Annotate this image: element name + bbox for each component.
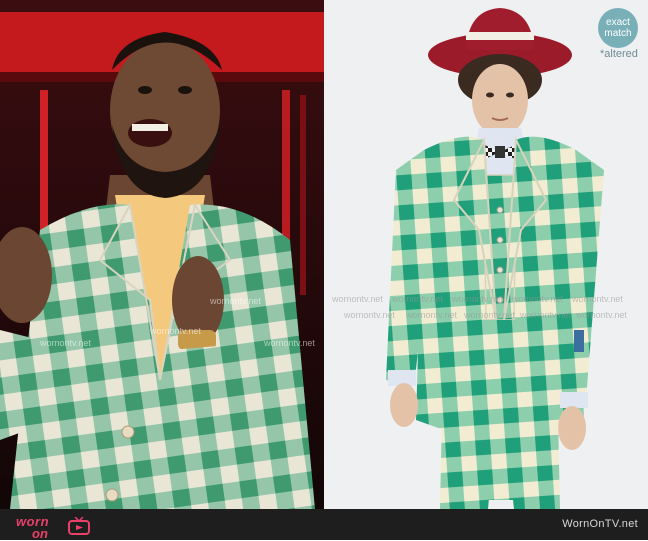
- watermark: wornontv.net: [40, 338, 91, 348]
- watermark: wornontv.net: [150, 326, 201, 336]
- right-photo: wornontv.net wornontv.net wornontv.net w…: [324, 0, 648, 509]
- tv-icon: [68, 517, 90, 535]
- logo-text-on: on: [32, 526, 48, 541]
- badge-line-1: exact: [606, 17, 630, 28]
- left-photo-illustration: [0, 0, 324, 509]
- exact-match-badge: exact match: [598, 8, 638, 48]
- altered-label: *altered: [600, 48, 638, 60]
- watermark: wornontv.net: [520, 310, 571, 320]
- watermark: wornontv.net: [392, 294, 443, 304]
- watermark: wornontv.net: [572, 294, 623, 304]
- left-photo: wornontv.net wornontv.net wornontv.net w…: [0, 0, 324, 509]
- watermark: wornontv.net: [576, 310, 627, 320]
- watermark: wornontv.net: [464, 310, 515, 320]
- watermark: wornontv.net: [406, 310, 457, 320]
- watermark: wornontv.net: [332, 294, 383, 304]
- site-name: WornOnTV.net: [562, 518, 638, 530]
- watermark: wornontv.net: [344, 310, 395, 320]
- watermark: wornontv.net: [512, 294, 563, 304]
- badge-line-2: match: [604, 28, 632, 39]
- footer-bar: worn on WornOnTV.net: [0, 509, 648, 541]
- watermark: wornontv.net: [452, 294, 503, 304]
- right-photo-illustration: [324, 0, 648, 509]
- brand-logo[interactable]: worn on: [8, 512, 98, 541]
- watermark: wornontv.net: [264, 338, 315, 348]
- watermark: wornontv.net: [210, 296, 261, 306]
